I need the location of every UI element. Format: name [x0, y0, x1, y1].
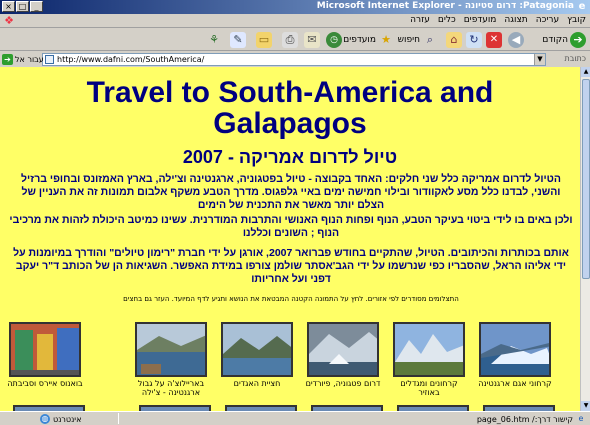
page-title: Travel to South-America and Galapagos [86, 76, 494, 140]
mail-icon: ✉ [304, 32, 320, 48]
thumbnail-gallery: קרחוני אגם ארגנטינה קרחונים ומגדלים באוז… [6, 322, 576, 397]
thumbnail-item[interactable]: קרחונים ומגדלים באוזיר [390, 322, 468, 397]
print-button[interactable]: ⎙ [282, 31, 298, 49]
thumbnail-item[interactable]: באריילוצ'ה על גבול ארגנטינה - צ'ילה [132, 322, 210, 397]
thumbnail-item[interactable]: חציית האגדים [218, 322, 296, 388]
print-icon: ⎙ [282, 32, 298, 48]
page-icon [45, 55, 54, 64]
menu-bar: קובץ עריכה תצוגה מועדפים כלים עזרה ❖ [0, 14, 590, 28]
page-content: Travel to South-America and Galapagos טי… [0, 67, 580, 411]
windows-logo-icon: ❖ [4, 14, 14, 27]
link-icon: e [578, 414, 584, 423]
buenos-aires-image[interactable] [9, 322, 81, 377]
menu-edit[interactable]: עריכה [536, 15, 559, 25]
go-button[interactable]: ➔ עבור אל [2, 53, 44, 66]
zone-label: אינטרנט [53, 414, 82, 424]
messenger-icon: ⚘ [209, 33, 219, 46]
go-arrow-icon: ➔ [2, 54, 13, 65]
bariloche-image[interactable] [135, 322, 207, 377]
navigation-note: התצלומים מסודרים לפי אזורים. לחץ על התמו… [123, 295, 459, 303]
search-label: חיפוש [397, 35, 420, 45]
forward-arrow-icon: ◀ [508, 32, 524, 48]
go-label: עבור אל [15, 55, 44, 64]
south-patagonia-fjords-image[interactable] [307, 322, 379, 377]
thumbnail-caption: דרום פטגוניה, פיורדים [305, 379, 381, 388]
security-zone: אינטרנט ◍ [40, 414, 81, 424]
stop-button[interactable]: ✕ [486, 31, 502, 49]
vertical-scrollbar[interactable]: ▲ ▼ [580, 67, 590, 411]
close-window-button[interactable]: × [2, 1, 15, 12]
thumbnail-caption: קרחוני אגם ארגנטינה [478, 379, 552, 388]
messenger-button[interactable]: ⚘ [206, 31, 222, 49]
thumbnail-item[interactable]: קרחוני אגם ארגנטינה [476, 322, 554, 388]
intro-paragraph-1: הטיול לדרום אמריקה כלל שני חלקים: האחד ב… [21, 173, 561, 211]
address-bar: כתובת http://www.dafni.com/SouthAmerica/… [0, 52, 590, 67]
back-label: הקודם [542, 35, 568, 45]
menu-favorites[interactable]: מועדפים [464, 15, 497, 25]
home-icon: ⌂ [446, 32, 462, 48]
address-input[interactable]: http://www.dafni.com/SouthAmerica/ ▼ [42, 53, 546, 66]
internet-globe-icon: ◍ [40, 414, 50, 424]
back-button[interactable]: הקודם ➔ [542, 31, 586, 49]
menu-view[interactable]: תצוגה [504, 15, 527, 25]
favorites-label: מועדפים [343, 35, 376, 45]
scroll-up-icon[interactable]: ▲ [581, 67, 590, 77]
thumbnail-caption: בואנוס איירס וסביבתה [7, 379, 83, 388]
glacier-lake-argentina-image[interactable] [479, 322, 551, 377]
menu-file[interactable]: קובץ [567, 15, 586, 25]
toolbar: הקודם ➔ ◀ ✕ ↻ ⌂ חיפוש ⌕ מועדפים ★ ◷ ✉ ⎙ … [0, 29, 590, 51]
menu-tools[interactable]: כלים [438, 15, 456, 25]
status-link-text: קישור דרך:/ page_06.htm [476, 414, 573, 424]
history-button[interactable]: ◷ [326, 31, 342, 49]
thumbnail-item[interactable]: דרום פטגוניה, פיורדים [304, 322, 382, 388]
star-icon: ★ [381, 33, 391, 46]
mail-button[interactable]: ✉ [304, 31, 320, 49]
intro-paragraph-2: ולכן באים בו לידי ביטוי בעיקר הטבע, הנוף… [9, 214, 573, 239]
edit-icon: ✎ [230, 32, 246, 48]
minimize-window-button[interactable]: _ [30, 1, 43, 12]
page-subtitle: טיול לדרום אמריקה - 2007 [182, 147, 398, 167]
stop-icon: ✕ [486, 32, 502, 48]
lakes-crossing-image[interactable] [221, 322, 293, 377]
refresh-button[interactable]: ↻ [466, 31, 482, 49]
ie-logo-icon: e [578, 1, 586, 12]
status-text: e קישור דרך:/ page_06.htm [477, 414, 586, 424]
status-bar: e קישור דרך:/ page_06.htm אינטרנט ◍ [0, 411, 590, 425]
thumbnail-caption: קרחונים ומגדלים באוזיר [400, 379, 458, 397]
address-url: http://www.dafni.com/SouthAmerica/ [57, 55, 205, 64]
window-title: Patagonia: דרום סטיונה - Microsoft Inter… [316, 1, 574, 11]
status-separator [118, 413, 119, 424]
address-label: כתובת [564, 54, 586, 63]
intro-paragraph-3: אותם בכותרות והכיתובים. הטיול, שהתקיים ב… [13, 247, 569, 285]
scroll-thumb[interactable] [582, 79, 590, 279]
edit-button[interactable]: ✎ [230, 31, 246, 49]
search-button[interactable]: חיפוש ⌕ [398, 31, 438, 49]
thumbnail-caption: חציית האגדים [233, 379, 281, 388]
maximize-window-button[interactable]: □ [16, 1, 29, 12]
address-dropdown-icon[interactable]: ▼ [534, 54, 545, 65]
folder-icon: ▭ [256, 32, 272, 48]
title-bar: × □ _ Patagonia: דרום סטיונה - Microsoft… [0, 0, 590, 14]
folder-button[interactable]: ▭ [256, 31, 272, 49]
glaciers-towers-image[interactable] [393, 322, 465, 377]
forward-button[interactable]: ◀ [508, 31, 524, 49]
home-button[interactable]: ⌂ [446, 31, 462, 49]
thumbnail-item[interactable]: בואנוס איירס וסביבתה [6, 322, 84, 388]
menu-help[interactable]: עזרה [410, 15, 430, 25]
favorites-button[interactable]: מועדפים ★ [343, 31, 394, 49]
search-icon: ⌕ [426, 33, 434, 46]
scroll-down-icon[interactable]: ▼ [581, 401, 590, 411]
back-arrow-icon: ➔ [570, 32, 586, 48]
refresh-icon: ↻ [466, 32, 482, 48]
history-icon: ◷ [326, 32, 342, 48]
thumbnail-caption: באריילוצ'ה על גבול ארגנטינה - צ'ילה [137, 379, 205, 397]
